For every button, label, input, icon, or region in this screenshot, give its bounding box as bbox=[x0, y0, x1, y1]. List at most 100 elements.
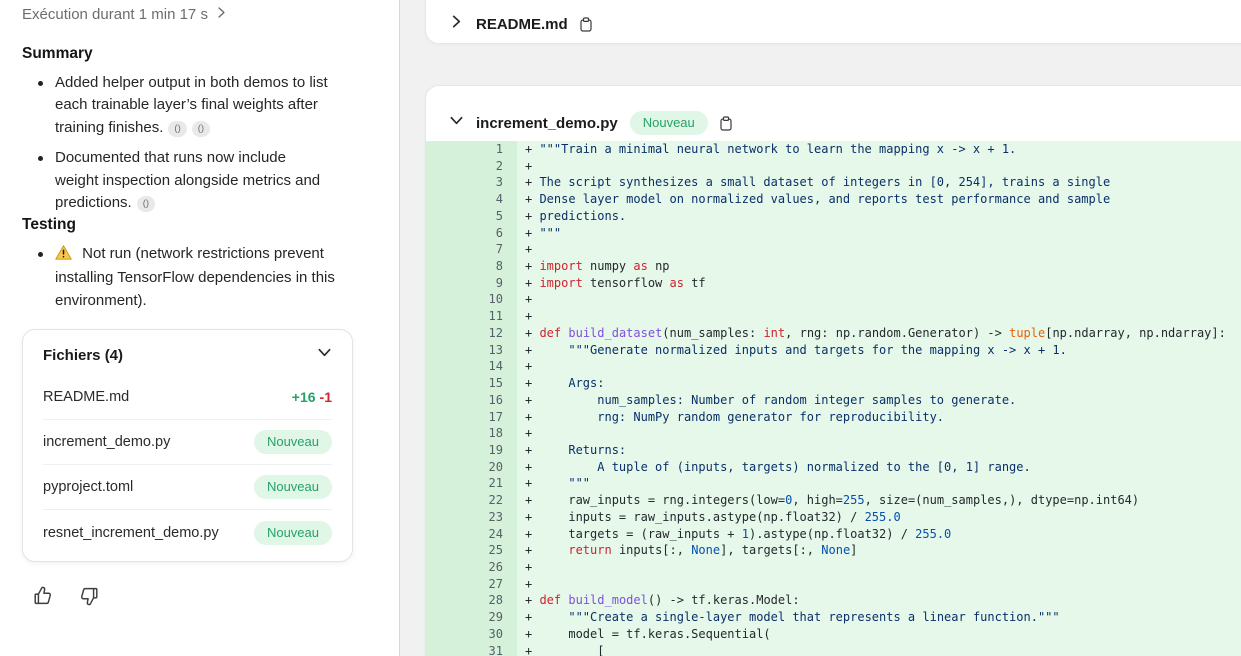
diff-line: 28+ def build_model() -> tf.keras.Model: bbox=[426, 592, 1241, 609]
new-file-badge: Nouveau bbox=[254, 475, 332, 499]
citation-chip[interactable]: () bbox=[168, 121, 186, 137]
diff-line: 9+ import tensorflow as tf bbox=[426, 275, 1241, 292]
line-number: 11 bbox=[426, 308, 517, 325]
line-number: 21 bbox=[426, 475, 517, 492]
code-content: + """Generate normalized inputs and targ… bbox=[517, 342, 1241, 359]
bullet-text-line: training finishes.()() bbox=[55, 117, 342, 139]
diff-line: 31+ [ bbox=[426, 643, 1241, 656]
line-number: 19 bbox=[426, 442, 517, 459]
line-number: 7 bbox=[426, 241, 517, 258]
code-content: + bbox=[517, 358, 1241, 375]
code-content: + return inputs[:, None], targets[:, Non… bbox=[517, 542, 1241, 559]
diff-line: 18+ bbox=[426, 425, 1241, 442]
diff-line: 6+ """ bbox=[426, 225, 1241, 242]
line-number: 25 bbox=[426, 542, 517, 559]
file-name: pyproject.toml bbox=[43, 479, 133, 495]
execution-duration-label: Exécution durant 1 min 17 s bbox=[22, 6, 208, 23]
line-number: 13 bbox=[426, 342, 517, 359]
code-content: + [ bbox=[517, 643, 1241, 656]
line-number: 8 bbox=[426, 258, 517, 275]
diff-line: 16+ num_samples: Number of random intege… bbox=[426, 392, 1241, 409]
diff-line: 26+ bbox=[426, 559, 1241, 576]
file-row[interactable]: pyproject.toml Nouveau bbox=[43, 465, 332, 510]
diff-panel: README.md increment_demo.py Nouveau 1+ "… bbox=[400, 0, 1241, 656]
code-content: + Args: bbox=[517, 375, 1241, 392]
code-content: + inputs = raw_inputs.astype(np.float32)… bbox=[517, 509, 1241, 526]
code-content: + def build_model() -> tf.keras.Model: bbox=[517, 592, 1241, 609]
summary-bullet-list: Added helper output in both demos to lis… bbox=[22, 72, 342, 222]
diff-line: 19+ Returns: bbox=[426, 442, 1241, 459]
code-content: + """Create a single-layer model that re… bbox=[517, 609, 1241, 626]
file-title: increment_demo.py bbox=[476, 115, 618, 132]
new-file-badge: Nouveau bbox=[630, 111, 708, 135]
file-row[interactable]: resnet_increment_demo.pyNouveau bbox=[43, 510, 332, 555]
code-content: + import numpy as np bbox=[517, 258, 1241, 275]
diff-line: 24+ targets = (raw_inputs + 1).astype(np… bbox=[426, 526, 1241, 543]
diff-line: 13+ """Generate normalized inputs and ta… bbox=[426, 342, 1241, 359]
code-content: + Returns: bbox=[517, 442, 1241, 459]
diff-line: 4+ Dense layer model on normalized value… bbox=[426, 191, 1241, 208]
line-number: 9 bbox=[426, 275, 517, 292]
thumbs-up-button[interactable] bbox=[30, 583, 56, 612]
bullet-text-line: each trainable layer’s final weights aft… bbox=[55, 94, 342, 116]
bullet-item: Added helper output in both demos to lis… bbox=[22, 72, 342, 139]
testing-heading: Testing bbox=[22, 216, 76, 234]
code-content: + rng: NumPy random generator for reprod… bbox=[517, 409, 1241, 426]
files-card-header[interactable]: Fichiers (4) bbox=[23, 330, 352, 375]
diff-line: 11+ bbox=[426, 308, 1241, 325]
code-content: + model = tf.keras.Sequential( bbox=[517, 626, 1241, 643]
bullet-text-line: Added helper output in both demos to lis… bbox=[55, 72, 342, 94]
code-content: + A tuple of (inputs, targets) normalize… bbox=[517, 459, 1241, 476]
code-content: + bbox=[517, 158, 1241, 175]
additions-count: +16 bbox=[292, 389, 316, 405]
line-number: 31 bbox=[426, 643, 517, 656]
diff-line: 17+ rng: NumPy random generator for repr… bbox=[426, 409, 1241, 426]
increment-demo-file-card: increment_demo.py Nouveau 1+ """Train a … bbox=[425, 85, 1241, 656]
bullet-item: Documented that runs now includeweight i… bbox=[22, 147, 342, 214]
line-number: 24 bbox=[426, 526, 517, 543]
line-number: 30 bbox=[426, 626, 517, 643]
diff-line: 2+ bbox=[426, 158, 1241, 175]
diff-line: 8+ import numpy as np bbox=[426, 258, 1241, 275]
chevron-right-icon bbox=[215, 6, 228, 23]
testing-bullet-list: Not run (network restrictions preventins… bbox=[22, 243, 342, 320]
readme-file-card: README.md bbox=[425, 0, 1241, 44]
thumbs-down-button[interactable] bbox=[76, 583, 102, 612]
code-content: + predictions. bbox=[517, 208, 1241, 225]
files-card: Fichiers (4) README.md+16-1increment_dem… bbox=[22, 329, 353, 562]
line-number: 16 bbox=[426, 392, 517, 409]
copy-icon[interactable] bbox=[580, 17, 592, 32]
file-title: README.md bbox=[476, 16, 568, 33]
line-number: 15 bbox=[426, 375, 517, 392]
code-content: + bbox=[517, 425, 1241, 442]
code-content: + """ bbox=[517, 225, 1241, 242]
code-content: + bbox=[517, 291, 1241, 308]
diff-line: 14+ bbox=[426, 358, 1241, 375]
diff-line: 7+ bbox=[426, 241, 1241, 258]
diff-line: 3+ The script synthesizes a small datase… bbox=[426, 174, 1241, 191]
line-number: 18 bbox=[426, 425, 517, 442]
bullet-text-line: Documented that runs now include bbox=[55, 147, 342, 169]
citation-chip[interactable]: () bbox=[192, 121, 210, 137]
diff-line: 22+ raw_inputs = rng.integers(low=0, hig… bbox=[426, 492, 1241, 509]
readme-file-header[interactable]: README.md bbox=[449, 14, 592, 34]
code-content: + The script synthesizes a small dataset… bbox=[517, 174, 1241, 191]
new-file-badge: Nouveau bbox=[254, 521, 332, 545]
execution-summary-toggle[interactable]: Exécution durant 1 min 17 s bbox=[22, 6, 228, 23]
file-row[interactable]: README.md+16-1 bbox=[43, 375, 332, 420]
file-row[interactable]: increment_demo.pyNouveau bbox=[43, 420, 332, 465]
line-number: 28 bbox=[426, 592, 517, 609]
code-content: + raw_inputs = rng.integers(low=0, high=… bbox=[517, 492, 1241, 509]
diff-line: 21+ """ bbox=[426, 475, 1241, 492]
files-card-title: Fichiers (4) bbox=[43, 347, 123, 364]
code-content: + bbox=[517, 559, 1241, 576]
citation-chip[interactable]: () bbox=[137, 196, 155, 212]
copy-icon[interactable] bbox=[720, 116, 732, 131]
diff-line: 5+ predictions. bbox=[426, 208, 1241, 225]
line-number: 4 bbox=[426, 191, 517, 208]
increment-demo-file-header[interactable]: increment_demo.py Nouveau bbox=[426, 86, 1241, 141]
line-number: 3 bbox=[426, 174, 517, 191]
new-file-badge: Nouveau bbox=[254, 430, 332, 454]
code-content: + Dense layer model on normalized values… bbox=[517, 191, 1241, 208]
conversation-panel: Exécution durant 1 min 17 s Summary Adde… bbox=[0, 0, 399, 656]
